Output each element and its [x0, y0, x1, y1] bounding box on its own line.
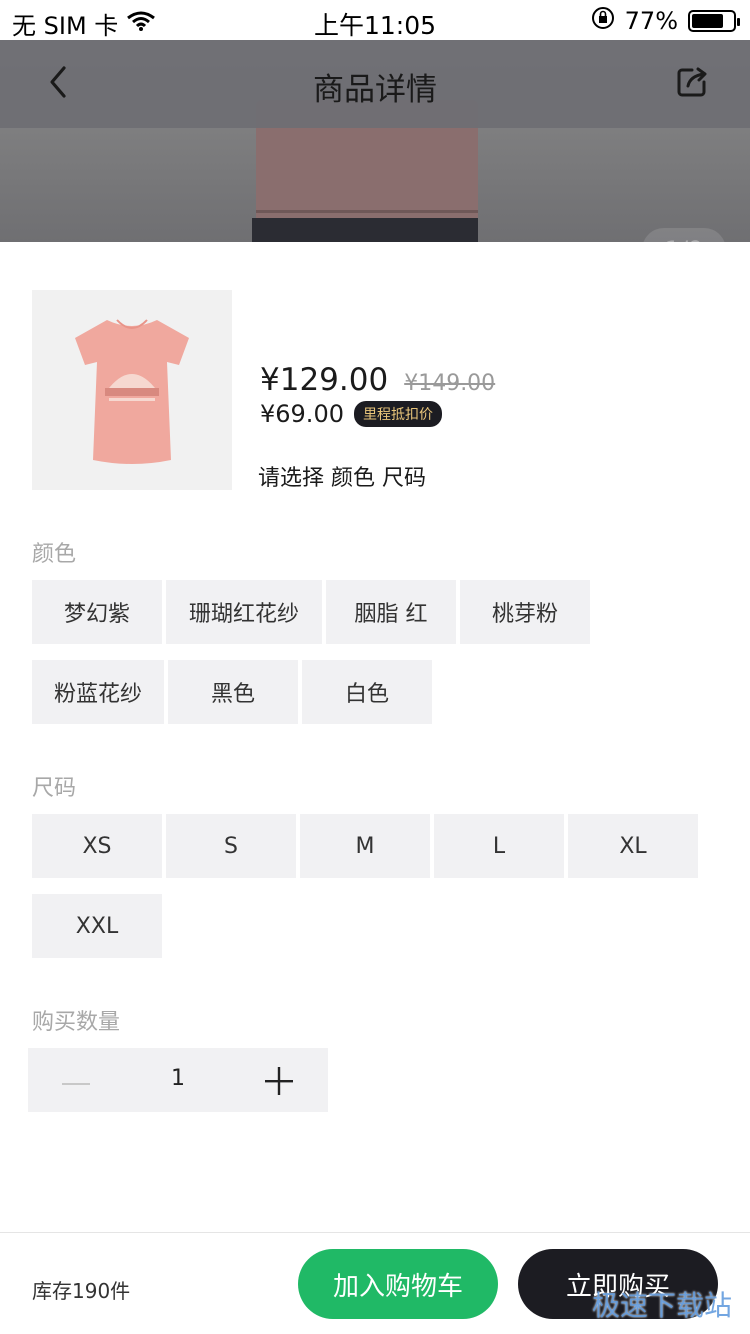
- mileage-price-row: ¥69.00 里程抵扣价: [260, 400, 442, 428]
- quantity-stepper: 1: [28, 1048, 328, 1112]
- rotation-lock-icon: [591, 6, 615, 36]
- mileage-badge: 里程抵扣价: [353, 401, 442, 427]
- original-price: ¥149.00: [404, 371, 496, 396]
- color-option[interactable]: 粉蓝花纱: [32, 660, 164, 724]
- color-option[interactable]: 珊瑚红花纱: [166, 580, 322, 644]
- quantity-value[interactable]: 1: [158, 1066, 198, 1091]
- battery-fill: [692, 14, 723, 28]
- stock-label: 库存190件: [32, 1279, 131, 1303]
- size-option[interactable]: XS: [32, 814, 162, 878]
- product-thumbnail[interactable]: [32, 290, 232, 490]
- status-bar: 无 SIM 卡 上午11:05 77%: [0, 0, 750, 40]
- decrement-button[interactable]: [62, 1068, 90, 1092]
- share-icon: [674, 67, 710, 104]
- mileage-price: ¥69.00: [260, 400, 344, 428]
- gallery-page-indicator: 1/9: [642, 228, 726, 242]
- battery-percent: 77%: [624, 7, 678, 35]
- selection-hint: 请选择 颜色 尺码: [258, 466, 426, 491]
- price-row: ¥129.00 ¥149.00: [260, 362, 495, 398]
- color-option[interactable]: 梦幻紫: [32, 580, 162, 644]
- color-option[interactable]: 胭脂 红: [326, 580, 456, 644]
- share-button[interactable]: [674, 64, 714, 104]
- gallery-image-pants: [252, 218, 478, 242]
- size-section-label: 尺码: [32, 776, 77, 801]
- size-option[interactable]: M: [300, 814, 430, 878]
- color-option[interactable]: 桃芽粉: [460, 580, 590, 644]
- color-section-label: 颜色: [32, 542, 77, 567]
- tshirt-image: [75, 319, 189, 464]
- add-to-cart-button[interactable]: 加入购物车: [298, 1249, 498, 1319]
- quantity-section-label: 购买数量: [32, 1010, 121, 1035]
- nav-bar: 商品详情: [0, 40, 750, 128]
- size-option[interactable]: L: [434, 814, 564, 878]
- increment-button[interactable]: [264, 1066, 294, 1096]
- watermark: 极速下载站: [591, 1289, 732, 1322]
- battery-icon: [688, 10, 740, 32]
- color-option[interactable]: 黑色: [168, 660, 298, 724]
- minus-icon: [62, 1071, 90, 1090]
- color-option[interactable]: 白色: [302, 660, 432, 724]
- plus-icon: [264, 1067, 294, 1100]
- size-option[interactable]: XL: [568, 814, 698, 878]
- page-title: 商品详情: [313, 72, 437, 108]
- size-option[interactable]: XXL: [32, 894, 162, 958]
- size-option[interactable]: S: [166, 814, 296, 878]
- status-right: 77%: [591, 6, 740, 36]
- current-price: ¥129.00: [260, 362, 389, 398]
